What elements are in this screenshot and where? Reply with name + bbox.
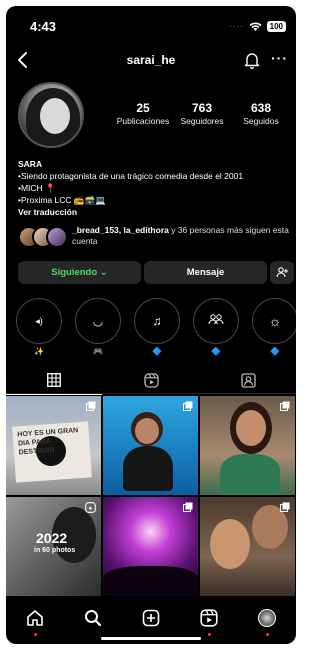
post-thumbnail[interactable]: HOY ES UN GRAN DIA PARA DESTRUIR bbox=[6, 396, 101, 495]
profile-stats: 25 Publicaciones 763 Seguidores 638 Segu… bbox=[114, 101, 290, 126]
nav-reels[interactable] bbox=[197, 606, 221, 636]
story-highlights: ◂) ✨ ◡ 🎮 ♫ 🔷 🔷 ☼ 🔷 bbox=[16, 298, 296, 358]
stat-following-label: Seguidos bbox=[243, 116, 279, 126]
battery-icon: 100 bbox=[266, 21, 286, 32]
posts-grid: HOY ES UN GRAN DIA PARA DESTRUIR 2022 in… bbox=[6, 396, 296, 596]
people-icon bbox=[208, 312, 224, 330]
notification-dot bbox=[34, 633, 37, 636]
nav-create[interactable] bbox=[139, 606, 163, 630]
add-person-icon bbox=[276, 267, 288, 278]
status-indicators: ···· 100 bbox=[229, 21, 286, 32]
music-icon: ♫ bbox=[152, 314, 162, 328]
status-time: 4:43 bbox=[30, 19, 57, 34]
notification-dot bbox=[208, 633, 211, 636]
post-thumbnail[interactable] bbox=[103, 396, 198, 495]
carousel-icon bbox=[280, 502, 290, 512]
status-bar: 4:43 ···· 100 bbox=[6, 6, 296, 40]
followed-by-text: _bread_153, la_edithora y 36 personas má… bbox=[72, 225, 294, 247]
highlight-item[interactable]: ☼ 🔷 bbox=[252, 298, 296, 357]
stat-following[interactable]: 638 Seguidos bbox=[232, 101, 290, 126]
bio-line: •Proxima LCC 📻🗃️💻 bbox=[18, 195, 106, 205]
home-icon bbox=[27, 610, 43, 626]
profile-name: SARA bbox=[18, 159, 43, 169]
post-thumbnail[interactable] bbox=[103, 497, 198, 596]
follower-avatar bbox=[46, 226, 68, 248]
nav-profile[interactable] bbox=[255, 606, 279, 636]
stat-followers[interactable]: 763 Seguidores bbox=[173, 101, 231, 126]
home-indicator bbox=[101, 637, 201, 640]
add-person-button[interactable] bbox=[270, 261, 294, 284]
more-options-icon[interactable]: ··· bbox=[271, 50, 288, 66]
carousel-icon bbox=[183, 401, 193, 411]
profile-avatar-small bbox=[258, 609, 276, 627]
notification-bell-icon[interactable] bbox=[244, 51, 260, 69]
notification-dot bbox=[266, 633, 269, 636]
speaker-icon: ◂) bbox=[35, 315, 43, 326]
reels-icon bbox=[200, 609, 218, 627]
tab-posts-grid[interactable] bbox=[6, 366, 102, 395]
stat-posts[interactable]: 25 Publicaciones bbox=[114, 101, 172, 126]
phone-screen: 4:43 ···· 100 sarai_he ··· 25 Publicacio bbox=[6, 6, 296, 644]
message-button[interactable]: Mensaje bbox=[144, 261, 267, 284]
bottom-nav bbox=[6, 601, 296, 636]
post-thumbnail[interactable]: 2022 in 60 photos bbox=[6, 497, 101, 596]
highlight-item[interactable]: ◂) ✨ bbox=[16, 298, 62, 357]
stat-posts-label: Publicaciones bbox=[116, 116, 170, 126]
nav-home[interactable] bbox=[23, 606, 47, 636]
highlight-item[interactable]: ◡ 🎮 bbox=[75, 298, 121, 357]
followed-by-names: _bread_153, la_edithora bbox=[72, 225, 169, 235]
post-thumbnail[interactable] bbox=[200, 396, 295, 495]
highlight-cover: ◂) bbox=[16, 298, 62, 344]
stat-posts-value: 25 bbox=[136, 101, 150, 115]
follower-avatars bbox=[18, 226, 70, 248]
search-icon bbox=[85, 610, 102, 627]
bio-line: •Siendo protagonista de una trágico come… bbox=[18, 171, 244, 181]
followed-by[interactable]: _bread_153, la_edithora y 36 personas má… bbox=[18, 224, 294, 250]
following-button[interactable]: Siguiendo ⌄ bbox=[18, 261, 141, 284]
highlight-cover: ◡ bbox=[75, 298, 121, 344]
highlight-cover bbox=[193, 298, 239, 344]
stat-followers-label: Seguidores bbox=[180, 116, 224, 126]
highlight-cover: ☼ bbox=[252, 298, 296, 344]
grid-icon bbox=[47, 373, 61, 387]
post-sign-text: HOY ES UN GRAN DIA PARA DESTRUIR bbox=[17, 427, 79, 457]
highlight-label: 🎮 bbox=[93, 347, 103, 356]
highlight-item[interactable]: 🔷 bbox=[193, 298, 239, 357]
reel-icon bbox=[85, 502, 96, 513]
highlight-label: 🔷 bbox=[211, 347, 221, 356]
nav-search[interactable] bbox=[81, 606, 105, 630]
highlight-label: 🔷 bbox=[152, 347, 162, 356]
sun-icon: ☼ bbox=[268, 313, 282, 329]
bio-line: •MICH 📍 bbox=[18, 183, 56, 193]
carousel-icon bbox=[183, 502, 193, 512]
signal-icon: ···· bbox=[228, 22, 244, 31]
highlight-cover: ♫ bbox=[134, 298, 180, 344]
stat-following-value: 638 bbox=[250, 101, 272, 115]
carousel-icon bbox=[86, 401, 96, 411]
highlight-label: 🔷 bbox=[270, 347, 280, 356]
profile-bio: SARA •Siendo protagonista de una trágico… bbox=[18, 158, 290, 218]
profile-avatar[interactable] bbox=[18, 82, 84, 148]
tab-tagged[interactable] bbox=[200, 366, 296, 394]
post-year-title: 2022 bbox=[36, 530, 68, 546]
stat-followers-value: 763 bbox=[191, 101, 213, 115]
highlight-item[interactable]: ♫ 🔷 bbox=[134, 298, 180, 357]
post-thumbnail[interactable] bbox=[200, 497, 295, 596]
create-post-icon bbox=[142, 609, 160, 627]
carousel-icon bbox=[280, 401, 290, 411]
smile-icon: ◡ bbox=[92, 314, 104, 328]
tab-reels[interactable] bbox=[103, 366, 199, 394]
profile-actions: Siguiendo ⌄ Mensaje bbox=[18, 261, 294, 285]
see-translation-link[interactable]: Ver traducción bbox=[18, 206, 290, 218]
post-year-subtitle: in 60 photos bbox=[34, 547, 76, 554]
tagged-person-icon bbox=[240, 372, 256, 388]
reels-icon bbox=[143, 372, 159, 388]
profile-tabs bbox=[6, 366, 296, 395]
wifi-icon bbox=[249, 22, 262, 31]
profile-header: sarai_he ··· bbox=[6, 48, 296, 76]
highlight-label: ✨ bbox=[34, 347, 44, 356]
